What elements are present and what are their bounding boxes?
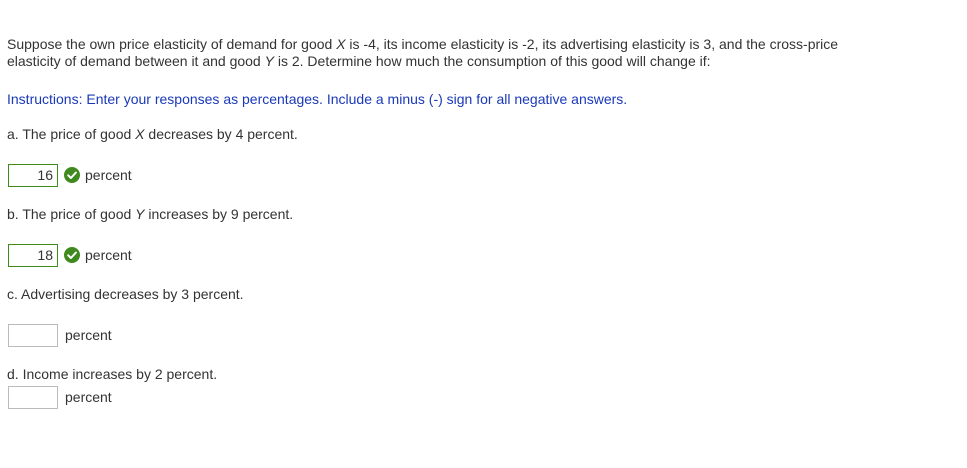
question-a-suffix: decreases by 4 percent. bbox=[144, 126, 298, 142]
answer-row-b: percent bbox=[8, 243, 132, 267]
question-b-variable: Y bbox=[135, 206, 145, 222]
question-b: b. The price of good Y increases by 9 pe… bbox=[7, 206, 293, 222]
answer-d-unit: percent bbox=[65, 389, 112, 405]
check-circle-icon bbox=[64, 247, 80, 263]
question-b-prefix: b. The price of good bbox=[7, 206, 136, 222]
question-a-variable: X bbox=[135, 126, 145, 142]
question-b-suffix: increases by 9 percent. bbox=[144, 206, 294, 222]
answer-input-a[interactable] bbox=[8, 163, 58, 187]
answer-row-d: percent bbox=[8, 385, 112, 409]
check-circle-icon bbox=[64, 167, 80, 183]
variable-x: X bbox=[336, 36, 346, 52]
question-a: a. The price of good X decreases by 4 pe… bbox=[7, 126, 298, 142]
question-a-prefix: a. The price of good bbox=[7, 126, 136, 142]
answer-row-c: percent bbox=[8, 323, 112, 347]
problem-text-4: is 2. Determine how much the consumption… bbox=[273, 53, 711, 69]
variable-y: Y bbox=[264, 53, 274, 69]
answer-a-unit: percent bbox=[85, 167, 132, 183]
answer-row-a: percent bbox=[8, 163, 132, 187]
problem-statement: Suppose the own price elasticity of dema… bbox=[7, 36, 957, 70]
question-c: c. Advertising decreases by 3 percent. bbox=[7, 286, 244, 302]
problem-text-1: Suppose the own price elasticity of dema… bbox=[7, 36, 337, 52]
instructions: Instructions: Enter your responses as pe… bbox=[7, 91, 628, 107]
answer-input-b[interactable] bbox=[8, 243, 58, 267]
problem-text-2: is -4, its income elasticity is -2, its … bbox=[345, 36, 839, 52]
answer-input-c[interactable] bbox=[8, 323, 58, 347]
question-d: d. Income increases by 2 percent. bbox=[7, 366, 218, 382]
answer-b-unit: percent bbox=[85, 247, 132, 263]
problem-text-3: elasticity of demand between it and good bbox=[7, 53, 265, 69]
answer-c-unit: percent bbox=[65, 327, 112, 343]
answer-input-d[interactable] bbox=[8, 385, 58, 409]
